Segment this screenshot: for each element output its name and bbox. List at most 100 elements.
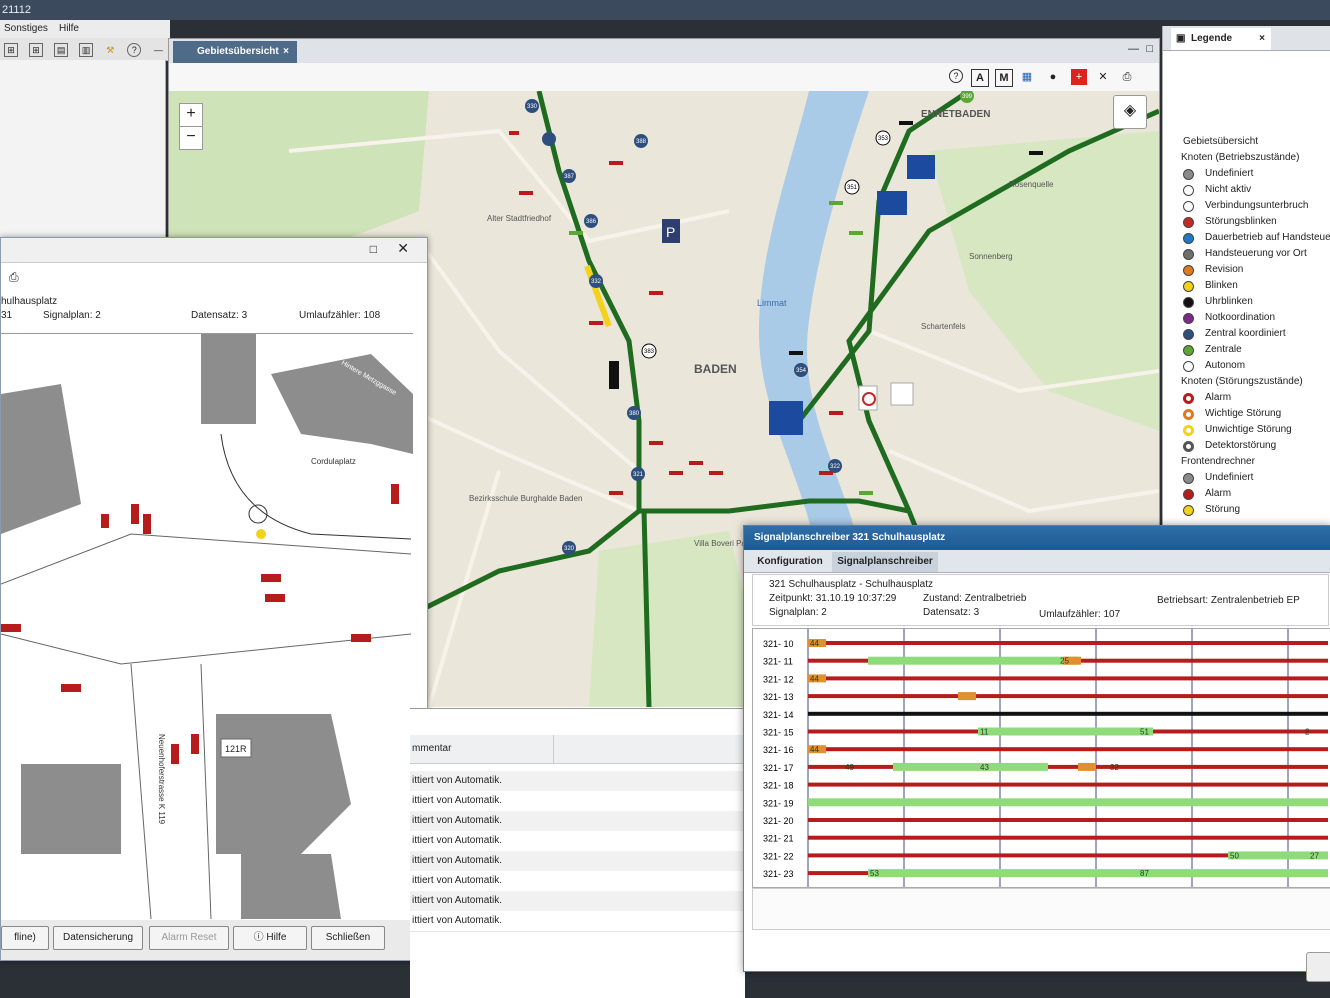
legend-status-icon — [1183, 249, 1194, 260]
signal-green-phase — [868, 656, 1078, 665]
svg-text:380: 380 — [629, 411, 640, 417]
alarm-list-row[interactable]: ittiert von Automatik. — [410, 791, 745, 812]
alarm-comment: ittiert von Automatik. — [412, 875, 503, 886]
sps-betriebsart: Betriebsart: Zentralenbetrieb EP — [1157, 595, 1300, 606]
map-label-schartenfels: Schartenfels — [921, 322, 965, 331]
signal-group-label: 321- 12 — [763, 674, 794, 684]
legend-status-icon — [1183, 233, 1194, 244]
alarm-list-row[interactable]: ittiert von Automatik. — [410, 891, 745, 912]
schliessen-button[interactable]: Schließen — [311, 926, 385, 950]
layers-button[interactable]: ◈ — [1113, 95, 1147, 129]
signal-window: □ ✕ ⎙ hulhausplatz 31 Signalplan: 2 Date… — [0, 237, 428, 961]
alarm-list-row[interactable]: ittiert von Automatik. — [410, 771, 745, 792]
grid-icon[interactable]: ⊞ — [4, 43, 18, 57]
signal-red-phase — [808, 818, 1328, 822]
svg-text:320: 320 — [564, 546, 575, 552]
maximize-icon[interactable]: □ — [370, 242, 377, 256]
signal-red-phase — [808, 641, 1328, 645]
hilfe-button[interactable]: ⓘ Hilfe — [233, 926, 307, 950]
phase-duration-label: 44 — [810, 745, 819, 754]
close-icon[interactable]: × — [1259, 28, 1265, 50]
legend-status-icon — [1183, 217, 1194, 228]
table-icon[interactable]: ▤ — [54, 43, 69, 57]
app-titlebar: 21112 — [0, 0, 1330, 20]
zoom-in-button[interactable]: + — [179, 103, 203, 127]
tab-signalplanschreiber[interactable]: Signalplanschreiber — [832, 552, 938, 572]
column-kommentar[interactable]: mmentar — [412, 743, 451, 754]
print-icon[interactable]: ⎙ — [1119, 69, 1135, 85]
tool-icon[interactable]: ⚒ — [104, 44, 116, 56]
alarm-list-row[interactable]: ittiert von Automatik. — [410, 871, 745, 892]
umlaufzaehler: Umlaufzähler: 108 — [299, 310, 381, 321]
close-icon[interactable]: ✕ — [397, 240, 409, 257]
alarm-list-row[interactable]: ittiert von Automatik. — [410, 811, 745, 832]
tab-legende[interactable]: ▣ Legende × — [1171, 28, 1271, 50]
column-divider — [553, 735, 554, 763]
minimize-icon[interactable]: — — [1128, 43, 1139, 55]
sps-chart-svg: 321- 10 321- 11 321- 12 321- 13 321- 14 321- … — [763, 629, 1328, 887]
help-icon[interactable]: ? — [949, 69, 963, 83]
legend-panel: ▣ Legende × Gebietsübersicht Knoten (Bet… — [1162, 26, 1330, 526]
print-icon[interactable]: ⎙ — [9, 270, 19, 285]
signal-group-label: 321- 15 — [763, 728, 794, 738]
svg-text:386: 386 — [586, 219, 597, 225]
phase-duration-label: 27 — [1310, 851, 1319, 860]
fullscreen-icon[interactable]: ✕ — [1095, 69, 1111, 85]
alarm-list-row[interactable]: ittiert von Automatik. — [410, 831, 745, 852]
legend-label: Undefiniert — [1205, 472, 1254, 483]
left-pane — [0, 60, 166, 240]
intersection-plan: Cordulaplatz Hintere Metzggasse Neuenhof… — [1, 333, 413, 919]
svg-text:321: 321 — [633, 472, 644, 478]
info-sign-icon — [877, 191, 907, 215]
node-number: 31 — [1, 310, 13, 321]
legend-label: Störung — [1205, 504, 1241, 515]
tab-konfiguration[interactable]: Konfiguration — [750, 552, 830, 572]
signal-group-label: 321- 14 — [763, 710, 794, 720]
swiss-flag-icon[interactable]: + — [1071, 69, 1087, 85]
legend-label: Zentrale — [1205, 344, 1242, 355]
legend-icon: ▣ — [1176, 33, 1186, 44]
alarm-comment: ittiert von Automatik. — [412, 855, 503, 866]
phase-duration-label: 2 — [1305, 728, 1310, 737]
text-m-icon[interactable]: M — [995, 69, 1013, 87]
sps-zeitpunkt: Zeitpunkt: 31.10.19 10:37:29 — [769, 593, 897, 604]
alarm-reset-button[interactable]: Alarm Reset — [149, 926, 229, 950]
signal-group-label: 321- 23 — [763, 869, 794, 879]
offline-button[interactable]: fline) — [1, 926, 49, 950]
legend-label: Uhrblinken — [1205, 296, 1253, 307]
signal-amber-phase — [958, 692, 976, 701]
minimize-icon[interactable]: — — [152, 44, 164, 56]
sps-button[interactable] — [1306, 952, 1330, 982]
zoom-out-button[interactable]: − — [179, 126, 203, 150]
signal-group-label: 321- 17 — [763, 763, 794, 773]
alarm-list-row[interactable]: ittiert von Automatik. — [410, 911, 745, 932]
datensicherung-button[interactable]: Datensicherung — [53, 926, 143, 950]
grid-icon[interactable]: ▦ — [1019, 69, 1035, 85]
globe-icon[interactable]: ● — [1045, 69, 1061, 85]
legend-group-knoten-stoerung: Knoten (Störungszustände) — [1181, 376, 1303, 387]
legend-group-frontendrechner: Frontendrechner — [1181, 456, 1255, 467]
tab-gebietsuebersicht[interactable]: Gebietsübersicht × — [173, 41, 297, 63]
legend-status-icon — [1183, 361, 1194, 372]
legend-label: Zentral koordiniert — [1205, 328, 1286, 339]
phase-duration-label: 44 — [810, 639, 819, 648]
text-a-icon[interactable]: A — [971, 69, 989, 87]
menu-sonstiges[interactable]: Sonstiges — [4, 23, 48, 34]
legend-label: Autonom — [1205, 360, 1246, 371]
signal-amber-phase — [1078, 762, 1096, 771]
menu-hilfe[interactable]: Hilfe — [59, 23, 79, 34]
legend-status-icon — [1183, 329, 1194, 340]
grid-add-icon[interactable]: ⊞ — [29, 43, 44, 57]
signal-window-buttons: fline) Datensicherung Alarm Reset ⓘ Hilf… — [1, 920, 427, 960]
legend-group-knoten-betrieb: Knoten (Betriebszustände) — [1181, 152, 1300, 163]
legend-label: Nicht aktiv — [1205, 184, 1252, 195]
close-icon[interactable]: × — [283, 41, 289, 63]
alarm-list-row[interactable]: ittiert von Automatik. — [410, 851, 745, 872]
phase-duration-label: 53 — [870, 869, 879, 878]
alarm-comment: ittiert von Automatik. — [412, 835, 503, 846]
alarm-list: mmentar ittiert von Automatik. ittiert vo… — [410, 708, 745, 998]
maximize-icon[interactable]: □ — [1146, 43, 1153, 55]
help-icon[interactable]: ? — [127, 43, 142, 57]
sps-info: 321 Schulhausplatz - Schulhausplatz Zeit… — [752, 574, 1329, 626]
table-minus-icon[interactable]: ▥ — [79, 43, 94, 57]
